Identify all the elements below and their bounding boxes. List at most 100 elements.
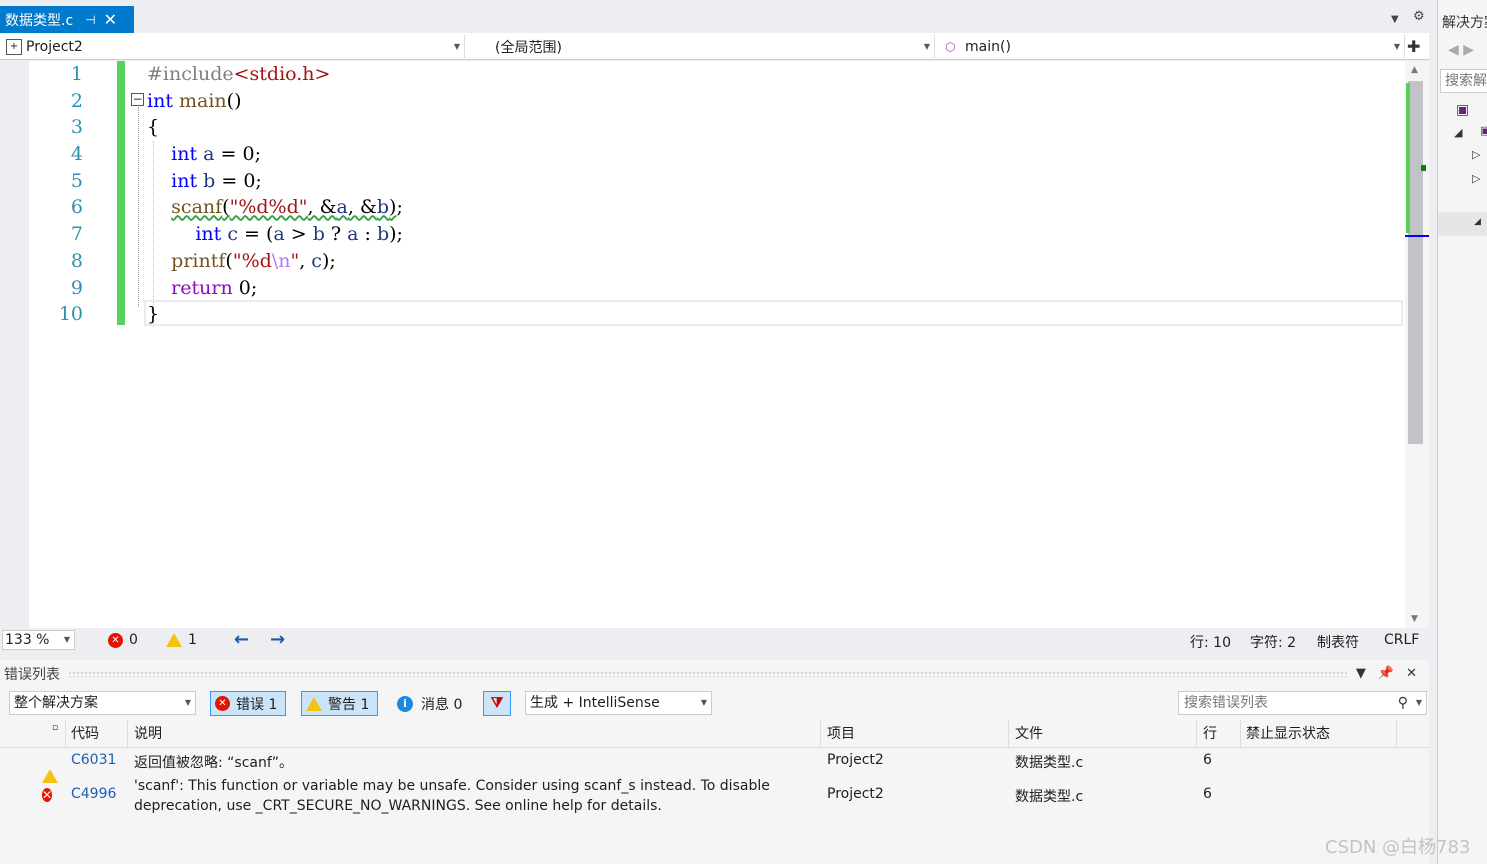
error-code-link[interactable]: C6031: [66, 752, 116, 768]
line-number: 6: [70, 196, 83, 219]
error-list-toolbar: 整个解决方案 ▼ ✕ 错误 1 警告 1 i 消息 0 ⧩ 生成 + Intel…: [0, 690, 1429, 718]
column-header-project[interactable]: 项目: [822, 720, 1009, 748]
zoom-level: 133 %: [5, 632, 50, 648]
warnings-filter-label: 警告 1: [328, 696, 370, 713]
line-number: 4: [70, 143, 83, 166]
expand-arrow-icon[interactable]: ◢: [1454, 126, 1462, 139]
watermark: CSDN @白杨783: [1325, 837, 1471, 858]
errors-filter-button[interactable]: ✕ 错误 1: [210, 691, 287, 716]
messages-filter-button[interactable]: i 消息 0: [393, 691, 470, 716]
chevron-down-icon: ▼: [184, 698, 191, 707]
error-list-title: 错误列表: [4, 666, 60, 683]
code-line-3: {: [147, 116, 160, 139]
info-icon: i: [397, 695, 413, 712]
back-forward-icon[interactable]: ◀ ▶: [1448, 42, 1474, 58]
navigate-back-icon[interactable]: ←: [234, 629, 249, 650]
editor-vertical-scrollbar[interactable]: ▲ ▼: [1405, 61, 1429, 628]
outline-fold-line: [138, 107, 139, 307]
build-filter-dropdown[interactable]: 生成 + IntelliSense ▼: [525, 691, 712, 715]
collapse-outline-icon[interactable]: −: [131, 93, 144, 106]
scroll-arrow-icon[interactable]: ◢: [1474, 217, 1481, 227]
build-filter-value: 生成 + IntelliSense: [530, 695, 660, 711]
scroll-down-icon[interactable]: ▼: [1411, 614, 1418, 624]
line-number: 2: [70, 89, 83, 112]
error-count-indicator[interactable]: ✕ 0: [108, 632, 138, 648]
error-code-link[interactable]: C4996: [66, 786, 116, 802]
solution-scrollbar[interactable]: ◢: [1438, 212, 1487, 236]
panel-menu-icon[interactable]: ▼: [1356, 666, 1366, 681]
gear-icon[interactable]: ⚙: [1413, 9, 1425, 24]
member-name: main(): [965, 38, 1011, 55]
table-header: ▫ 代码 说明 项目 文件 行 禁止显示状态: [0, 720, 1429, 748]
scrollbar-caret-marker: [1405, 235, 1429, 237]
column-header-code[interactable]: 代码: [66, 720, 128, 748]
error-list-row[interactable]: ✕ C4996 'scanf': This function or variab…: [0, 774, 1429, 818]
scope-filter-value: 整个解决方案: [14, 695, 98, 711]
severity-column-header[interactable]: ▫: [0, 720, 66, 748]
code-editor[interactable]: 1 2 3 4 5 6 7 8 9 10 − #include<stdio.h>…: [0, 61, 1405, 628]
zoom-dropdown[interactable]: 133 % ▼: [2, 630, 75, 650]
filter-toggle-icon[interactable]: ⧩: [483, 691, 511, 716]
project-icon[interactable]: ▣: [1480, 124, 1487, 137]
close-tab-icon[interactable]: ✕: [104, 10, 117, 29]
line-ending[interactable]: CRLF: [1384, 632, 1419, 648]
error-count: 0: [129, 632, 138, 648]
solution-icon[interactable]: ▣: [1456, 102, 1469, 118]
search-error-list-input[interactable]: 搜索错误列表 ⚲ ▼: [1178, 691, 1427, 715]
errors-filter-label: 错误 1: [236, 696, 278, 713]
document-tab[interactable]: 数据类型.c ⊣ ✕: [0, 6, 134, 33]
scrollbar-thumb[interactable]: [1408, 81, 1423, 444]
scrollbar-warning-marker: [1421, 165, 1426, 171]
member-dropdown[interactable]: ⬡ main() ▼: [939, 35, 1405, 58]
scope-filter-dropdown[interactable]: 整个解决方案 ▼: [9, 691, 196, 715]
line-number: 8: [70, 249, 83, 272]
search-icon[interactable]: ⚲: [1398, 692, 1408, 714]
line-number: 3: [70, 116, 83, 139]
error-project: Project2: [827, 786, 884, 802]
error-icon: ✕: [108, 632, 123, 648]
error-line: 6: [1203, 752, 1212, 768]
error-file: 数据类型.c: [1015, 789, 1084, 805]
warning-count-indicator[interactable]: 1: [166, 632, 197, 648]
warnings-filter-button[interactable]: 警告 1: [301, 691, 379, 716]
column-header-description[interactable]: 说明: [129, 720, 821, 748]
search-placeholder: 搜索错误列表: [1184, 695, 1268, 711]
solution-search-input[interactable]: 搜索解决方案: [1440, 69, 1487, 93]
error-description: 'scanf': This function or variable may b…: [134, 778, 770, 814]
column-header-line[interactable]: 行: [1198, 720, 1241, 748]
change-tracking-bar: [117, 61, 125, 325]
split-editor-icon[interactable]: ✚: [1407, 37, 1420, 56]
chevron-down-icon: ▼: [700, 698, 707, 707]
scope-name: (全局范围): [495, 39, 562, 56]
code-line-7: int c = (a > b ? a : b);: [195, 223, 403, 246]
close-panel-icon[interactable]: ✕: [1406, 666, 1417, 681]
project-name: Project2: [26, 38, 83, 55]
indent-mode[interactable]: 制表符: [1317, 632, 1359, 652]
tab-list-dropdown-icon[interactable]: ▼: [1391, 14, 1399, 25]
scroll-up-icon[interactable]: ▲: [1411, 65, 1418, 75]
error-list-row[interactable]: C6031 返回值被忽略: “scanf”。 Project2 数据类型.c 6: [0, 748, 1429, 783]
column-header-file[interactable]: 文件: [1010, 720, 1197, 748]
column-header-suppression[interactable]: 禁止显示状态: [1241, 720, 1397, 748]
line-number: 1: [70, 63, 83, 85]
scope-dropdown[interactable]: (全局范围) ▼: [469, 35, 935, 58]
warning-squiggle[interactable]: scanf("%d%d", &a, &b): [171, 196, 396, 218]
chevron-down-icon: ▼: [63, 635, 70, 644]
code-line-1: #include<stdio.h>: [147, 63, 331, 85]
title-grip: [68, 670, 1348, 677]
solution-explorer-panel: 解决方案 ◀ ▶ 搜索解决方案 ▣ ◢ ▣ ▷ ▷ ◢: [1437, 0, 1487, 864]
code-text[interactable]: #include<stdio.h> int main() { int a = 0…: [147, 61, 403, 328]
project-dropdown[interactable]: + Project2 ▼: [2, 35, 465, 58]
pin-tab-icon[interactable]: ⊣: [85, 13, 95, 27]
line-number: 5: [70, 169, 83, 192]
collapsed-arrow-icon[interactable]: ▷: [1472, 172, 1480, 185]
error-list-panel: 错误列表 ▼ 📌 ✕ 整个解决方案 ▼ ✕ 错误 1 警告 1 i 消息 0 ⧩…: [0, 660, 1429, 864]
error-project: Project2: [827, 752, 884, 768]
code-line-2: int main(): [147, 89, 242, 112]
navigate-forward-icon[interactable]: →: [270, 629, 285, 650]
pin-panel-icon[interactable]: 📌: [1378, 666, 1394, 681]
warning-icon: [306, 696, 322, 711]
chevron-down-icon[interactable]: ▼: [1416, 692, 1422, 714]
collapsed-arrow-icon[interactable]: ▷: [1472, 148, 1480, 161]
line-number: 10: [58, 303, 83, 326]
